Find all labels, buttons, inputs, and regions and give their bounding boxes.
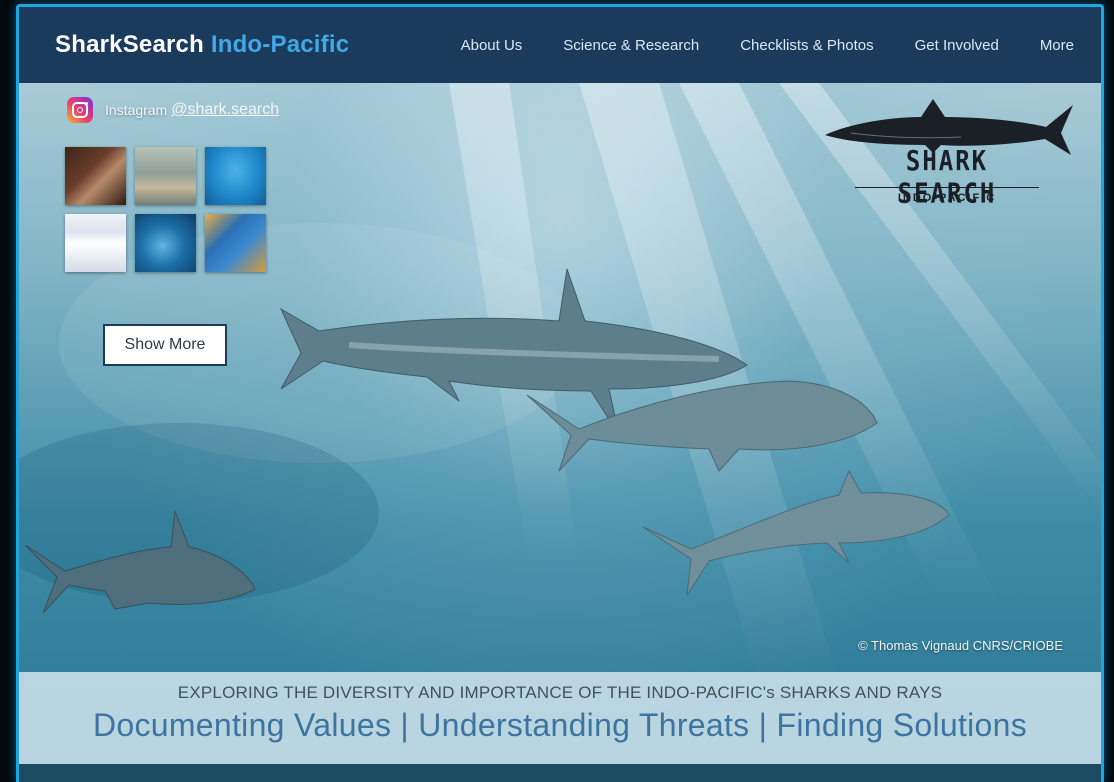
mission-banner: EXPLORING THE DIVERSITY AND IMPORTANCE O… — [19, 672, 1101, 764]
brand-region: Indo-Pacific — [210, 31, 350, 58]
browser-frame: SharkSearch Indo-Pacific About Us Scienc… — [16, 4, 1104, 782]
hero-photo: Instagram @shark.search Show More SHARK … — [19, 83, 1101, 782]
nav-more[interactable]: More — [1040, 37, 1074, 54]
top-navigation-bar: SharkSearch Indo-Pacific About Us Scienc… — [19, 7, 1101, 83]
site-brand[interactable]: SharkSearch Indo-Pacific — [55, 31, 349, 59]
banner-tagline: EXPLORING THE DIVERSITY AND IMPORTANCE O… — [177, 683, 943, 702]
shark-middle — [526, 380, 878, 472]
shark-lower-right — [642, 469, 950, 596]
shark-left — [24, 510, 256, 614]
brand-name: SharkSearch — [55, 31, 204, 58]
nav-get-involved[interactable]: Get Involved — [915, 37, 999, 54]
footer-strip — [19, 764, 1101, 782]
main-menu: About Us Science & Research Checklists &… — [461, 37, 1074, 54]
nav-checklists-photos[interactable]: Checklists & Photos — [740, 37, 873, 54]
nav-science-research[interactable]: Science & Research — [563, 37, 699, 54]
nav-about-us[interactable]: About Us — [461, 37, 523, 54]
banner-headline: Documenting Values | Understanding Threa… — [92, 707, 1028, 743]
photo-credit: © Thomas Vignaud CNRS/CRIOBE — [858, 638, 1063, 653]
